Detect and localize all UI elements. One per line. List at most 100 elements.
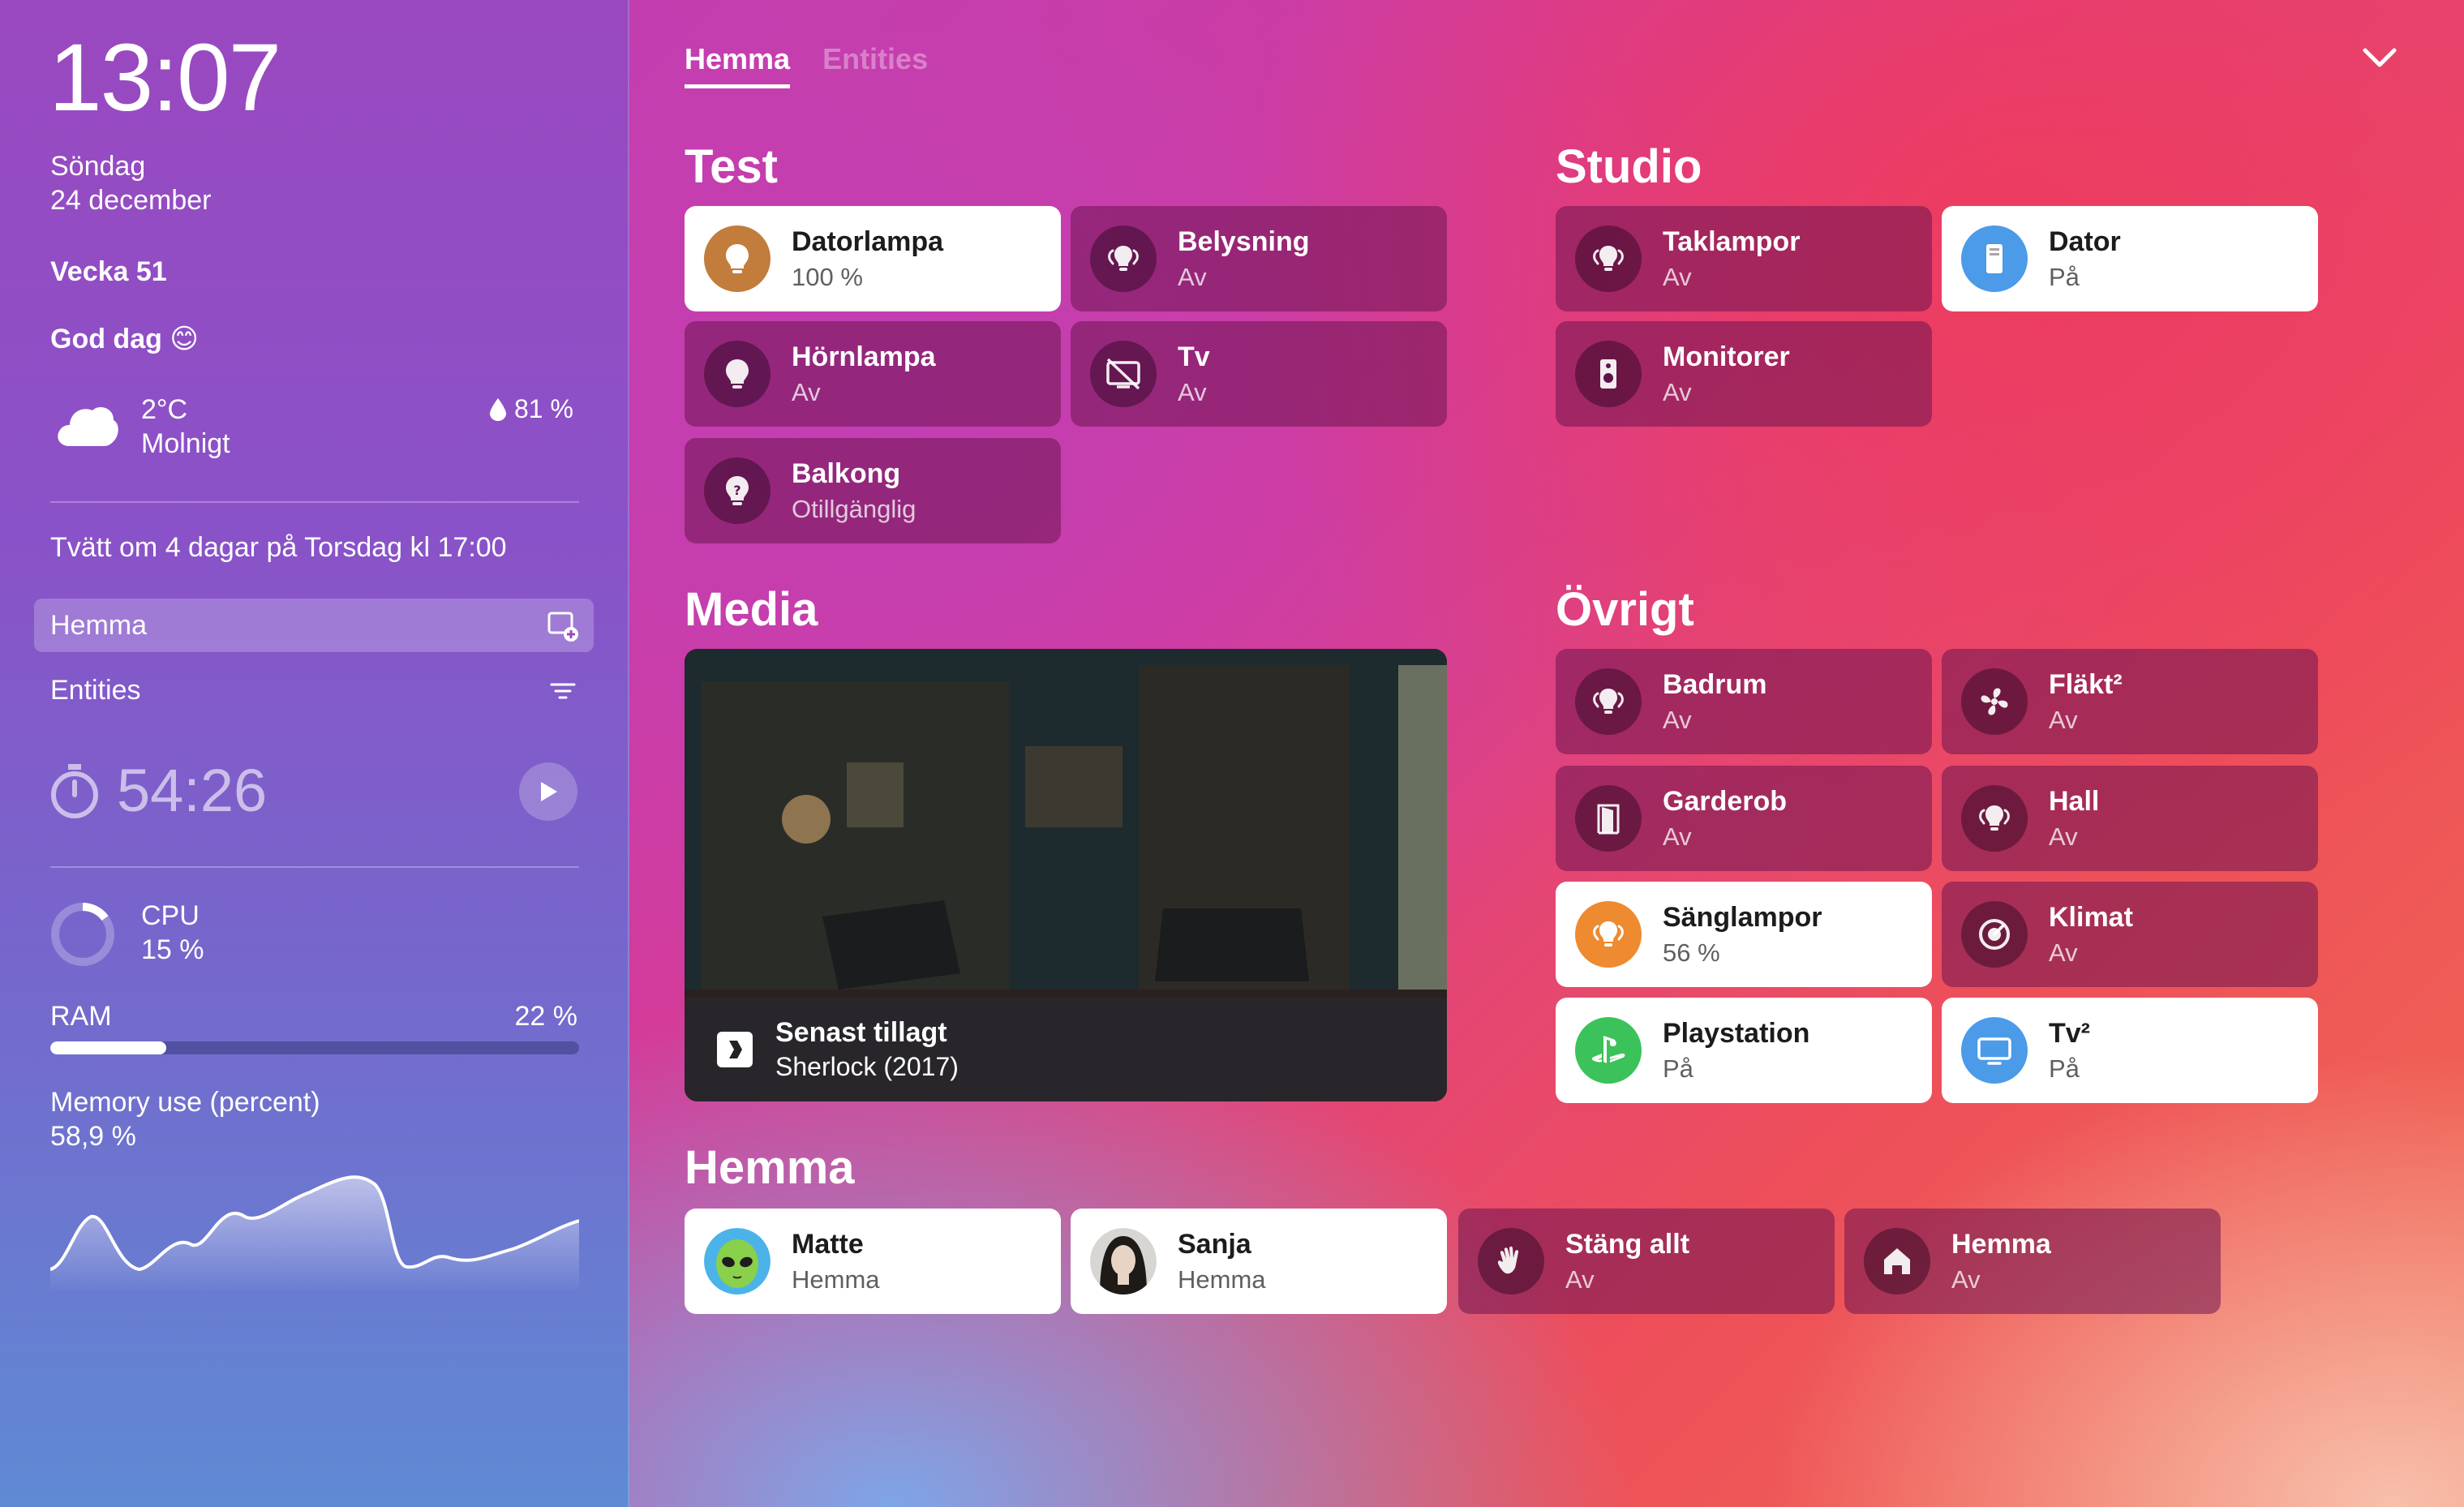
entity-text: Klimat Av: [2049, 902, 2133, 968]
bulb-icon[interactable]: [704, 341, 771, 407]
entity-state: Av: [1565, 1264, 1595, 1294]
entity-state: Av: [2049, 705, 2078, 734]
entity-text: Datorlampa 100 %: [792, 226, 943, 292]
media-overlay: Senast tillagt Sherlock (2017): [685, 998, 1447, 1101]
entity-text: Taklampor Av: [1663, 226, 1800, 292]
entity-card-ovrigt-4[interactable]: Sänglampor 56 %: [1556, 882, 1932, 987]
bulb-unavailable-icon[interactable]: ?: [704, 457, 771, 524]
entity-card-ovrigt-7[interactable]: Tv² På: [1942, 998, 2318, 1103]
section-title-ovrigt: Övrigt: [1556, 583, 1694, 636]
alien-avatar[interactable]: [704, 1228, 771, 1294]
lightbulb-group-icon[interactable]: [1575, 225, 1642, 292]
entity-text: Playstation På: [1663, 1018, 1809, 1084]
entity-name: Matte: [792, 1228, 864, 1260]
entity-name: Tv²: [2049, 1017, 2090, 1049]
ram-bar-fill: [50, 1041, 167, 1054]
entity-state: Av: [1663, 822, 1692, 851]
entity-name: Dator: [2049, 225, 2121, 257]
entity-state: Av: [1663, 262, 1692, 291]
entity-card-test-0[interactable]: Datorlampa 100 %: [685, 206, 1061, 311]
timer-icon: [49, 761, 101, 823]
thermostat-icon[interactable]: [1961, 901, 2028, 968]
entity-text: Fläkt² Av: [2049, 669, 2123, 735]
chevron-down-icon[interactable]: [2360, 45, 2399, 74]
entity-card-ovrigt-5[interactable]: Klimat Av: [1942, 882, 2318, 987]
entity-name: Sanja: [1178, 1228, 1251, 1260]
entity-name: Monitorer: [1663, 341, 1790, 372]
ram-bar: [50, 1041, 579, 1054]
playstation-icon[interactable]: [1575, 1017, 1642, 1084]
entity-card-studio-1[interactable]: Dator På: [1942, 206, 2318, 311]
divider: [50, 866, 579, 868]
entity-card-test-4[interactable]: ? Balkong Otillgänglig: [685, 438, 1061, 543]
sidebar: 13:07 Söndag 24 december Vecka 51 God da…: [0, 0, 629, 1507]
lightbulb-group-icon[interactable]: [1575, 668, 1642, 735]
week-number: Vecka 51: [50, 256, 167, 287]
divider: [50, 501, 579, 503]
entity-card-ovrigt-0[interactable]: Badrum Av: [1556, 649, 1932, 754]
entity-card-test-3[interactable]: Tv Av: [1071, 321, 1447, 427]
fan-icon[interactable]: [1961, 668, 2028, 735]
entity-text: Belysning Av: [1178, 226, 1309, 292]
entity-text: Hall Av: [2049, 786, 2099, 852]
entity-state: Av: [792, 377, 821, 406]
entity-card-ovrigt-6[interactable]: Playstation På: [1556, 998, 1932, 1103]
entity-name: Garderob: [1663, 785, 1788, 817]
tv-off-icon[interactable]: [1090, 341, 1157, 407]
media-label: Senast tillagt: [775, 1017, 947, 1048]
entity-card-studio-0[interactable]: Taklampor Av: [1556, 206, 1932, 311]
media-card[interactable]: Senast tillagt Sherlock (2017): [685, 649, 1447, 1101]
tab-entities[interactable]: Entities: [822, 42, 928, 88]
entity-name: Hemma: [1951, 1228, 2051, 1260]
speaker-icon[interactable]: [1575, 341, 1642, 407]
filter-icon[interactable]: [547, 675, 579, 715]
entity-text: Sanja Hemma: [1178, 1229, 1266, 1294]
entity-text: Hörnlampa Av: [792, 341, 936, 407]
entity-name: Tv: [1178, 341, 1210, 372]
home-icon[interactable]: [1864, 1228, 1930, 1294]
weekday: Söndag: [50, 151, 146, 182]
entity-name: Stäng allt: [1565, 1228, 1690, 1260]
wardrobe-icon[interactable]: [1575, 785, 1642, 852]
lightbulb-group-icon[interactable]: [1961, 785, 2028, 852]
entity-card-ovrigt-2[interactable]: Garderob Av: [1556, 766, 1932, 871]
entity-name: Belysning: [1178, 225, 1310, 257]
person-avatar[interactable]: [1090, 1228, 1157, 1294]
entity-text: Stäng allt Av: [1565, 1229, 1689, 1294]
desktop-tower-icon[interactable]: [1961, 225, 2028, 292]
entity-card-hemma-2[interactable]: Stäng allt Av: [1458, 1209, 1835, 1314]
lightbulb-group-icon[interactable]: [1575, 901, 1642, 968]
svg-text:?: ?: [733, 483, 740, 498]
entity-card-test-2[interactable]: Hörnlampa Av: [685, 321, 1061, 427]
entity-card-test-1[interactable]: Belysning Av: [1071, 206, 1447, 311]
monitor-icon[interactable]: [1961, 1017, 2028, 1084]
lightbulb-group-icon[interactable]: [1090, 225, 1157, 292]
entity-name: Badrum: [1663, 668, 1767, 700]
nav-item-entities[interactable]: Entities: [34, 663, 594, 717]
play-icon: [541, 782, 557, 801]
tab-hemma[interactable]: Hemma: [685, 42, 791, 88]
date: 24 december: [50, 185, 212, 216]
plex-icon: [717, 1032, 753, 1067]
entity-card-studio-2[interactable]: Monitorer Av: [1556, 321, 1932, 427]
entity-state: Av: [1178, 262, 1207, 291]
memory-sparkline: [50, 1175, 579, 1290]
nav-label: Entities: [50, 674, 141, 706]
dashboard-add-icon[interactable]: [547, 610, 579, 650]
entity-name: Hall: [2049, 785, 2100, 817]
entity-state: Hemma: [792, 1264, 880, 1294]
ram-value: 22 %: [514, 1001, 578, 1032]
entity-card-hemma-1[interactable]: Sanja Hemma: [1071, 1209, 1447, 1314]
hand-wave-icon[interactable]: [1478, 1228, 1544, 1294]
entity-card-hemma-0[interactable]: Matte Hemma: [685, 1209, 1061, 1314]
nav-item-hemma[interactable]: Hemma: [34, 599, 594, 652]
entity-card-ovrigt-3[interactable]: Hall Av: [1942, 766, 2318, 871]
entity-text: Balkong Otillgänglig: [792, 458, 916, 524]
entity-card-ovrigt-1[interactable]: Fläkt² Av: [1942, 649, 2318, 754]
bulb-icon[interactable]: [704, 225, 771, 292]
play-button[interactable]: [519, 762, 577, 821]
clock: 13:07: [49, 24, 281, 131]
cpu-gauge: [49, 900, 117, 972]
entity-state: Hemma: [1178, 1264, 1266, 1294]
entity-card-hemma-3[interactable]: Hemma Av: [1844, 1209, 2221, 1314]
